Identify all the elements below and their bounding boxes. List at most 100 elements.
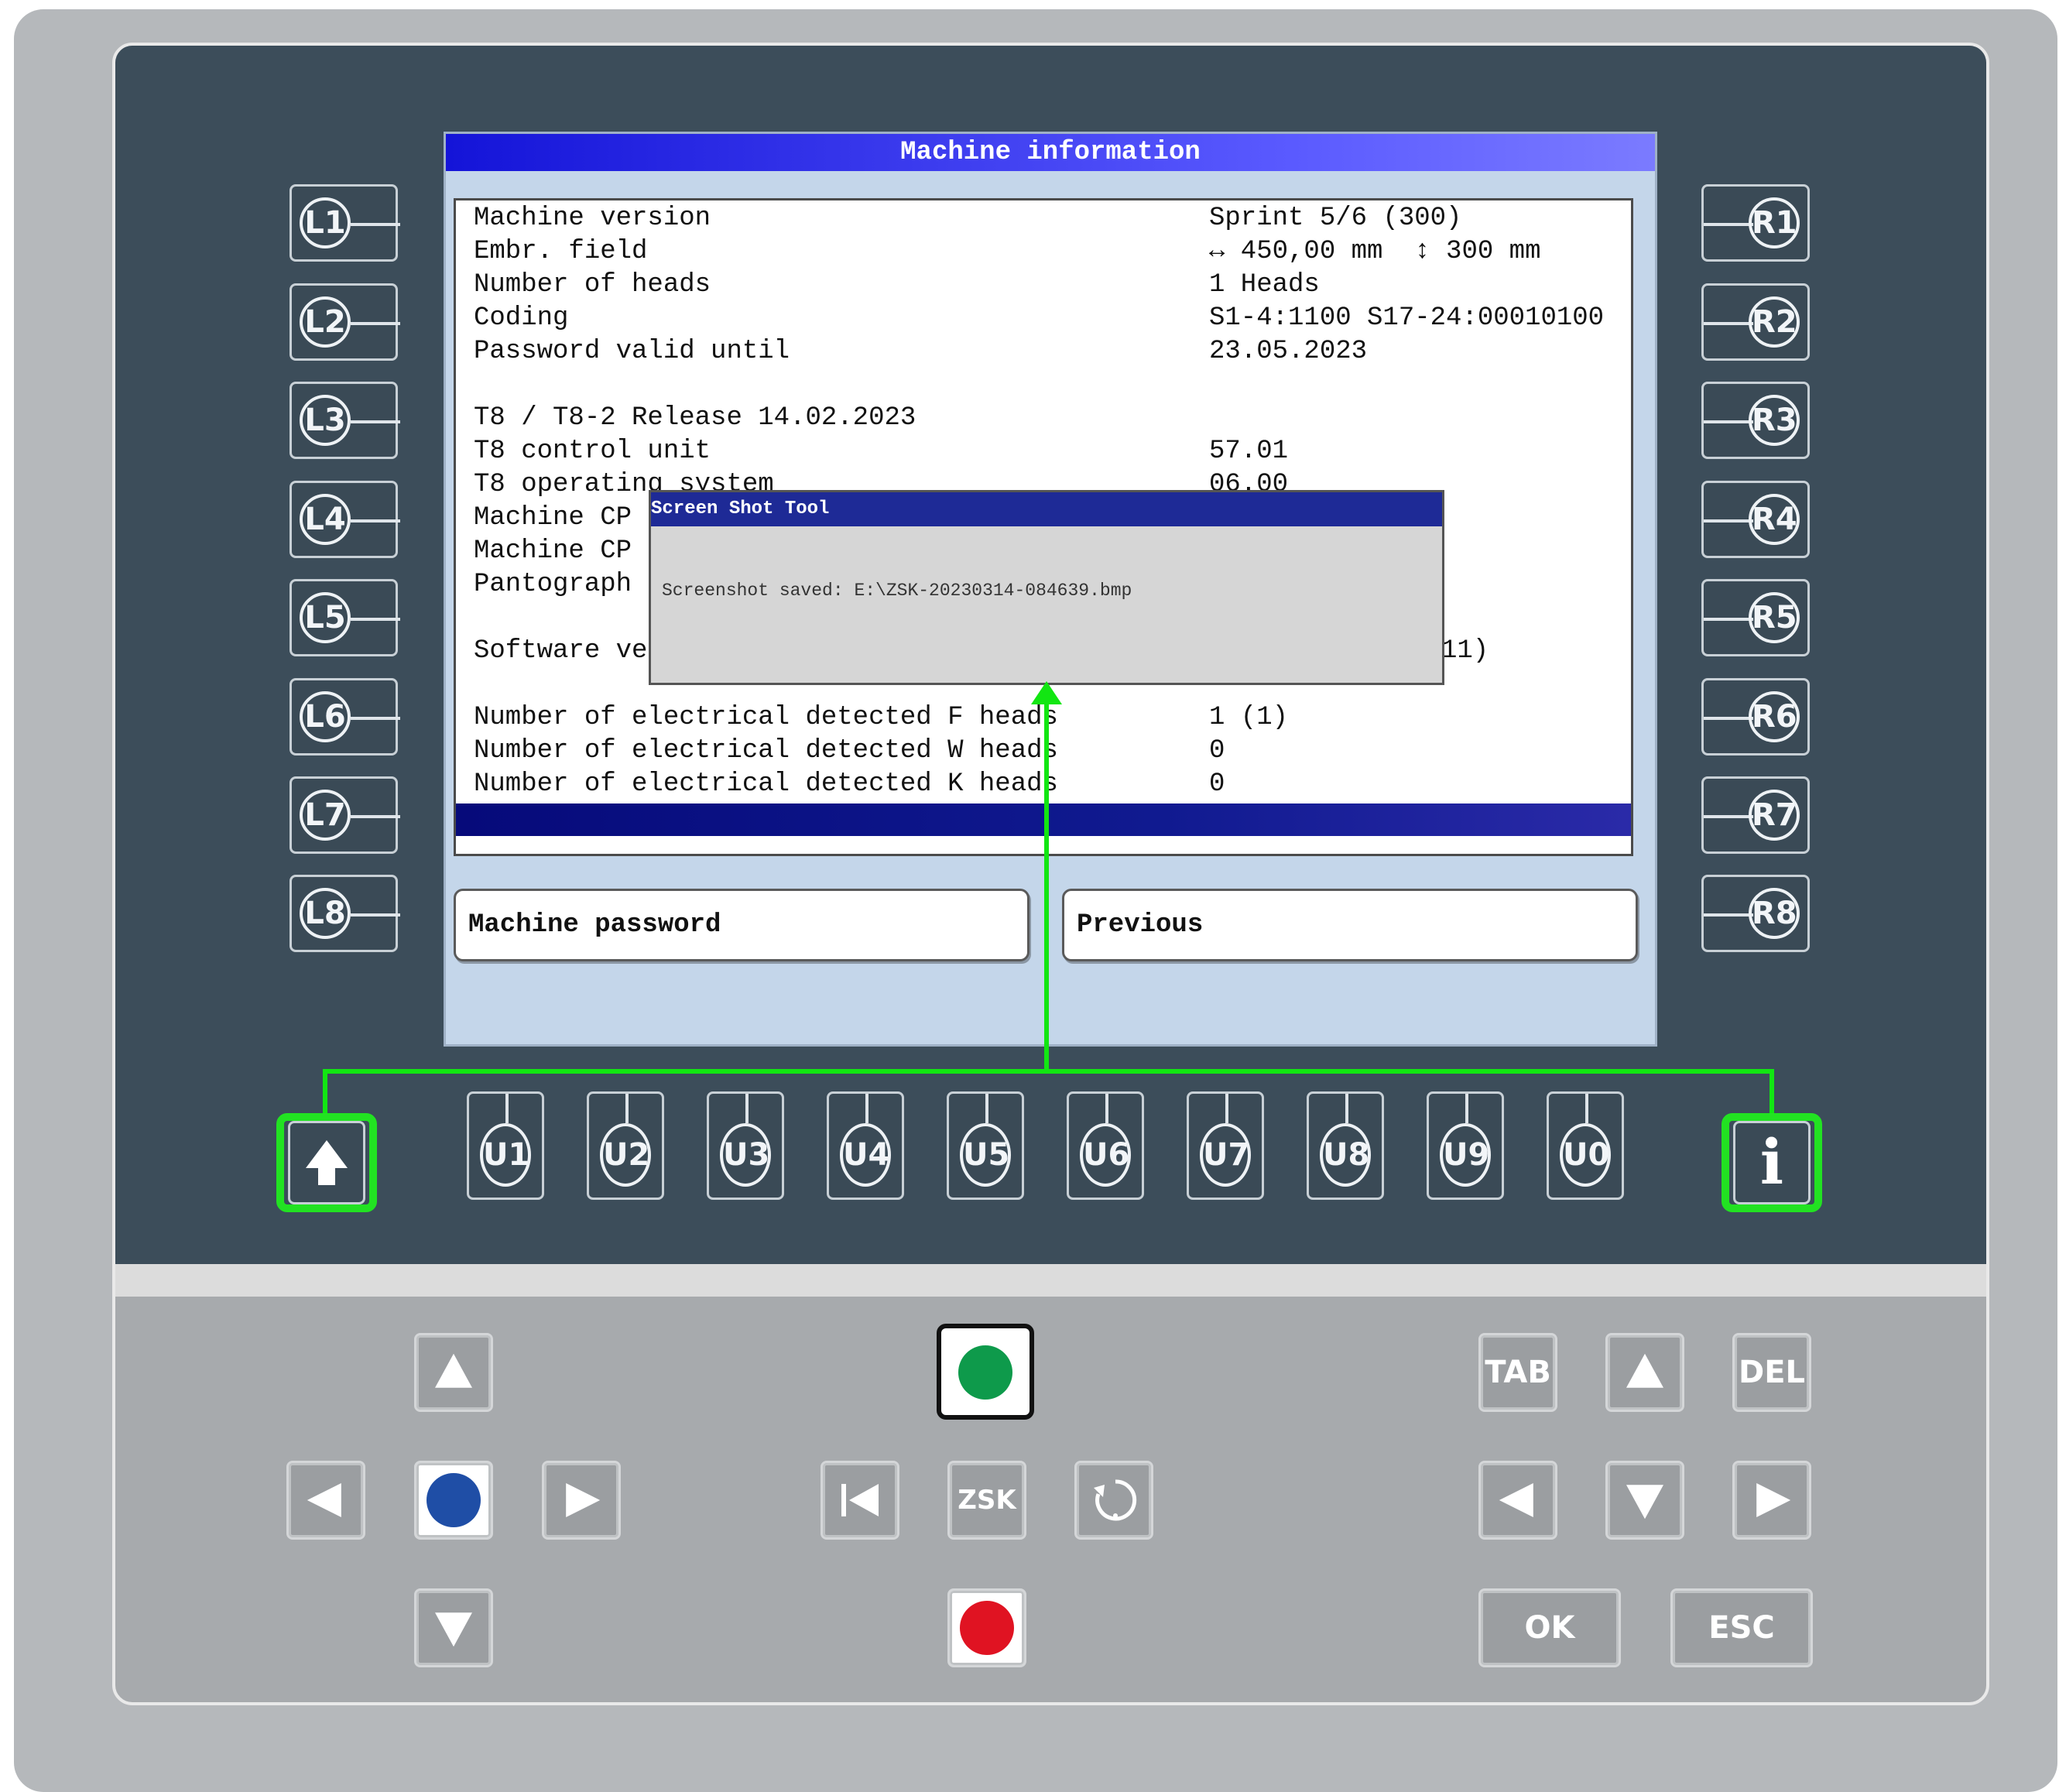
esc-button[interactable]: ESC [1670,1588,1813,1667]
dialog-title: Screen Shot Tool [651,492,1442,526]
info-key[interactable]: i [1733,1121,1811,1204]
cursor-up-button[interactable] [414,1333,493,1412]
l8-key[interactable]: L8 [289,875,400,952]
cursor-down-button[interactable] [414,1588,493,1667]
nav-down-button[interactable] [1605,1461,1684,1540]
l2-key-label: L2 [300,296,351,348]
u8-key-label: U8 [1320,1123,1371,1187]
cursor-right-button[interactable] [542,1461,621,1540]
annotation-line-horizontal [323,1069,1774,1074]
green-start-icon [958,1345,1012,1400]
annotation-line-left [323,1069,327,1117]
info-row-label: Number of heads [474,270,711,300]
del-label: DEL [1738,1355,1805,1390]
info-row-value: 11) [1441,636,1489,666]
selection-bar [456,803,1631,836]
r4-key[interactable]: R4 [1701,481,1810,558]
rotate-icon [1094,1479,1137,1521]
u0-key-label: U0 [1560,1123,1611,1187]
u5-key[interactable]: U5 [947,1091,1024,1200]
u9-key[interactable]: U9 [1427,1091,1504,1200]
l6-key-label: L6 [300,691,351,742]
r3-key[interactable]: R3 [1701,382,1810,459]
center-button[interactable] [414,1461,493,1540]
cursor-left-button[interactable] [286,1461,365,1540]
info-row-label: Machine version [474,204,711,233]
u7-key-label: U7 [1200,1123,1251,1187]
esc-label: ESC [1708,1610,1775,1646]
up-arrow-icon [306,1140,348,1185]
l2-key[interactable]: L2 [289,283,400,361]
annotation-arrow-icon [1031,681,1062,704]
l5-key[interactable]: L5 [289,579,400,656]
l3-key[interactable]: L3 [289,382,400,459]
nav-right-button[interactable] [1732,1461,1811,1540]
del-button[interactable]: DEL [1732,1333,1811,1412]
info-row-value: Sprint 5/6 (300) [1209,204,1462,233]
u2-key[interactable]: U2 [587,1091,664,1200]
info-row-value: 1 Heads [1209,270,1320,300]
u4-key[interactable]: U4 [827,1091,904,1200]
previous-button[interactable]: Previous [1062,889,1638,961]
r6-key[interactable]: R6 [1701,678,1810,756]
machine-password-button[interactable]: Machine password [454,889,1030,961]
r2-key-label: R2 [1749,296,1800,348]
stop-button[interactable] [947,1588,1026,1667]
left-arrow-icon [1499,1483,1533,1517]
l7-key-label: L7 [300,790,351,841]
right-arrow-icon [1756,1483,1791,1517]
up-arrow-icon [435,1353,472,1388]
nav-left-button[interactable] [1478,1461,1557,1540]
r2-key[interactable]: R2 [1701,283,1810,361]
red-stop-icon [960,1601,1014,1655]
r1-key[interactable]: R1 [1701,184,1810,262]
info-row-value: S1-4:1100 S17-24:00010100 [1209,303,1605,333]
l1-key-label: L1 [300,197,351,248]
u8-key[interactable]: U8 [1307,1091,1384,1200]
info-row-value: 1 (1) [1209,703,1289,732]
l6-key[interactable]: L6 [289,678,400,756]
l7-key[interactable]: L7 [289,776,400,854]
u3-key-label: U3 [720,1123,771,1187]
shift-key[interactable] [288,1121,365,1204]
zsk-logo: ZSK [958,1485,1016,1516]
rotate-button[interactable] [1074,1461,1153,1540]
start-button[interactable] [937,1324,1034,1420]
u7-key[interactable]: U7 [1187,1091,1264,1200]
l4-key[interactable]: L4 [289,481,400,558]
screen-title: Machine information [446,134,1655,171]
info-row-label: Machine CP [474,503,632,533]
u3-key[interactable]: U3 [707,1091,784,1200]
info-row-label: Coding [474,303,569,333]
l4-key-label: L4 [300,494,351,545]
dialog-message: Screenshot saved: E:\ZSK-20230314-084639… [662,581,1132,601]
info-row-label: Number of electrical detected K heads [474,769,1058,799]
ok-label: OK [1524,1610,1575,1646]
r7-key[interactable]: R7 [1701,776,1810,854]
brand-button[interactable]: ZSK [947,1461,1026,1540]
skip-to-start-icon [841,1484,879,1516]
r4-key-label: R4 [1749,494,1800,545]
u6-key[interactable]: U6 [1067,1091,1144,1200]
r5-key-label: R5 [1749,592,1800,643]
info-row-label: Password valid until [474,337,790,366]
info-row-value: ↔ 450,00 mm ↕ 300 mm [1209,237,1541,266]
l1-key[interactable]: L1 [289,184,400,262]
annotation-line-right [1770,1069,1774,1117]
u0-key[interactable]: U0 [1547,1091,1624,1200]
nav-up-button[interactable] [1605,1333,1684,1412]
r6-key-label: R6 [1749,691,1800,742]
info-row-label: T8 control unit [474,437,711,466]
tab-button[interactable]: TAB [1478,1333,1557,1412]
info-row-label: T8 / T8-2 Release 14.02.2023 [474,403,916,433]
left-arrow-icon [307,1483,341,1517]
u1-key[interactable]: U1 [467,1091,544,1200]
home-button[interactable] [821,1461,899,1540]
r8-key[interactable]: R8 [1701,875,1810,952]
u1-key-label: U1 [480,1123,531,1187]
u5-key-label: U5 [960,1123,1011,1187]
r5-key[interactable]: R5 [1701,579,1810,656]
ok-button[interactable]: OK [1478,1588,1621,1667]
up-arrow-icon [1626,1353,1663,1388]
u9-key-label: U9 [1440,1123,1491,1187]
